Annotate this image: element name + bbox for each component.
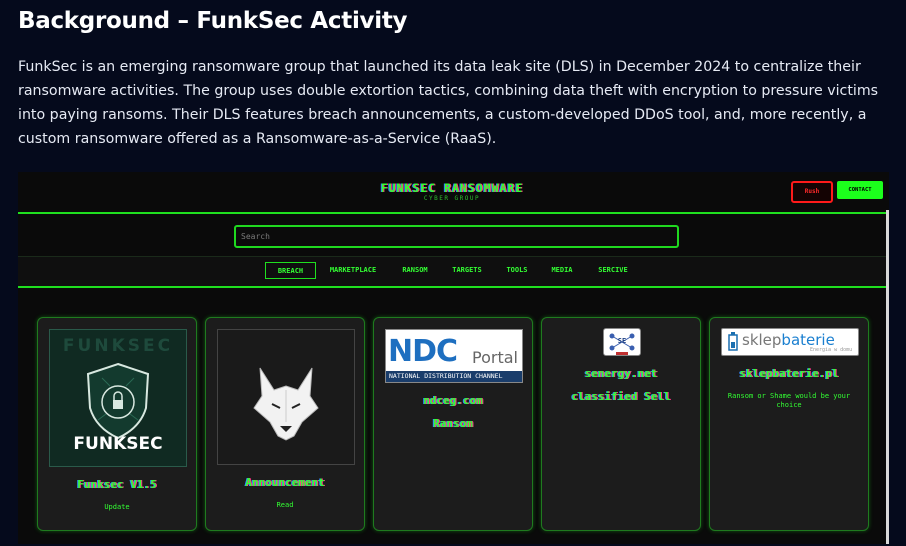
ndc-logo-text: NDC <box>388 334 458 369</box>
ndc-portal-logo: NDC Portal NATIONAL DISTRIBUTION CHANNEL <box>385 329 523 383</box>
sklepbaterie-logo-tagline: Energia w domu <box>810 347 853 353</box>
nav-sercive[interactable]: SERCIVE <box>592 262 634 279</box>
contact-button[interactable]: CONTACT <box>837 181 883 199</box>
slide-body-text: FunkSec is an emerging ransomware group … <box>18 59 879 147</box>
slide-title: Background – FunkSec Activity <box>18 8 408 34</box>
card-description: Ransom or Shame would be your choice <box>727 392 851 409</box>
funksec-logo: FUNKSEC FUNKSEC <box>49 329 187 467</box>
nav-breach[interactable]: BREACH <box>265 262 316 279</box>
site-nav: BREACH MARKETPLACE RANSOM TARGETS TOOLS … <box>18 257 886 288</box>
nav-tools[interactable]: TOOLS <box>502 262 532 279</box>
card-announcement[interactable]: Announcement Read <box>205 317 365 531</box>
rush-button[interactable]: Rush <box>791 181 833 203</box>
scrollbar[interactable] <box>886 210 889 544</box>
dls-screenshot: FUNKSEC RANSOMWARE CYBER GROUP Rush CONT… <box>18 172 889 544</box>
nav-targets[interactable]: TARGETS <box>446 262 488 279</box>
portal-logo-text: Portal <box>472 348 518 367</box>
nav-ransom[interactable]: RANSOM <box>396 262 434 279</box>
senergy-logo-text: SE <box>617 337 627 345</box>
wolf-image <box>217 329 355 465</box>
ndc-logo-caption: NATIONAL DISTRIBUTION CHANNEL <box>386 371 522 382</box>
card-funksec[interactable]: FUNKSEC FUNKSEC Funksec V1.5 Update <box>37 317 197 531</box>
card-ndceg[interactable]: NDC Portal NATIONAL DISTRIBUTION CHANNEL… <box>373 317 533 531</box>
card-link-update[interactable]: Update <box>38 503 196 511</box>
funksec-logo-bottom-text: FUNKSEC <box>73 434 163 454</box>
card-link-read[interactable]: Read <box>206 501 364 509</box>
search-input[interactable]: Search <box>234 225 679 248</box>
battery-icon <box>728 332 738 351</box>
card-title[interactable]: ndceg.com <box>374 394 532 407</box>
card-senergy[interactable]: SE senergy.net classified Sell <box>541 317 701 531</box>
card-title[interactable]: sklepbaterie.pl <box>710 367 868 380</box>
nav-media[interactable]: MEDIA <box>546 262 578 279</box>
site-brand-subtitle: CYBER GROUP <box>423 195 481 202</box>
sklepbaterie-logo: sklepbaterie Energia w domu <box>721 328 859 356</box>
card-title[interactable]: Announcement <box>206 476 364 489</box>
card-sklepbaterie[interactable]: sklepbaterie Energia w domu sklepbaterie… <box>709 317 869 531</box>
card-title[interactable]: senergy.net <box>542 367 700 380</box>
senergy-logo: SE <box>603 328 641 356</box>
card-title[interactable]: Funksec V1.5 <box>38 478 196 491</box>
search-bar: Search <box>18 214 886 257</box>
wolf-icon <box>253 367 319 441</box>
logo-word-sklep: sklep <box>742 331 782 349</box>
site-header: FUNKSEC RANSOMWARE CYBER GROUP Rush CONT… <box>18 172 886 214</box>
nav-marketplace[interactable]: MARKETPLACE <box>322 262 384 279</box>
card-link-classified-sell[interactable]: classified Sell <box>542 390 700 403</box>
site-brand[interactable]: FUNKSEC RANSOMWARE <box>18 181 886 195</box>
card-link-ransom[interactable]: Ransom <box>374 417 532 430</box>
